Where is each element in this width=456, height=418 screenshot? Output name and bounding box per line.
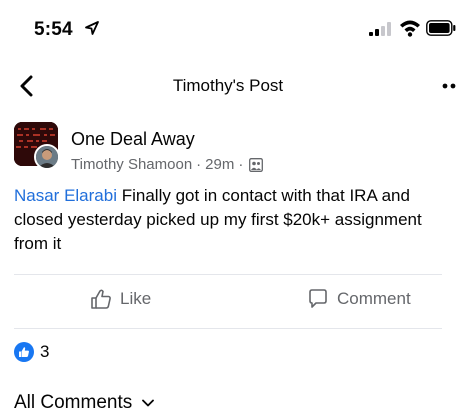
comment-label: Comment [337,289,411,308]
author-photo [36,146,58,168]
cellular-signal-icon [369,22,391,36]
divider [14,328,442,329]
meta-separator: · [238,156,244,173]
members-audience-icon [249,157,264,172]
post-text: Nasar Elarabi Finally got in contact wit… [14,184,450,256]
reaction-summary[interactable]: 3 [14,342,49,362]
more-options-icon[interactable] [442,74,456,98]
nav-header: Timothy's Post [0,64,456,108]
like-button[interactable]: Like [90,288,151,310]
status-bar: 5:54 [0,0,456,56]
thumbs-up-icon [91,289,111,309]
status-time: 5:54 [34,19,73,40]
chevron-down-icon [142,399,155,407]
post-meta: Timothy Shamoon · 29m · [71,156,264,173]
meta-separator: · [196,156,202,173]
wifi-icon [400,20,420,37]
post-timestamp[interactable]: 29m [205,156,234,173]
like-reaction-icon [14,342,34,362]
author-name-link[interactable]: Timothy Shamoon [71,156,192,173]
like-label: Like [120,289,152,308]
post-header: One Deal Away Timothy Shamoon · 29m · [0,118,456,178]
battery-icon [426,20,456,36]
comment-bubble-icon [309,289,327,308]
group-name-link[interactable]: One Deal Away [71,129,195,150]
divider [14,274,442,275]
comment-sort-dropdown[interactable]: All Comments [14,392,155,414]
page-title: Timothy's Post [172,76,284,95]
comment-button[interactable]: Comment [307,288,411,310]
post-actions: Like Comment [0,282,456,322]
reaction-count: 3 [40,342,50,361]
mention-link[interactable]: Nasar Elarabi [14,186,117,205]
location-arrow-icon [85,21,99,35]
author-avatar[interactable] [34,144,60,170]
comment-sort-label: All Comments [14,392,133,413]
